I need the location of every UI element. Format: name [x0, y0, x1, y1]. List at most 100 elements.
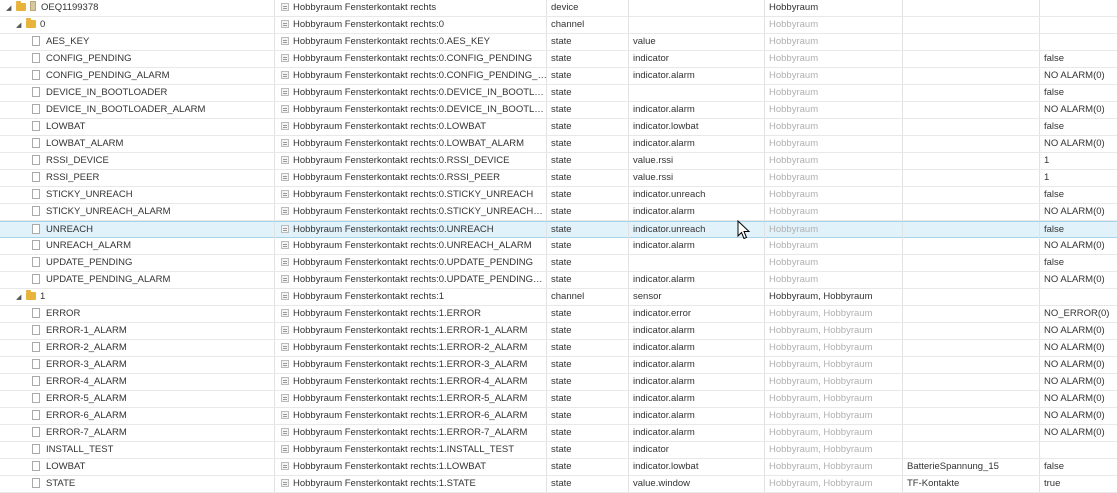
tree-cell[interactable]: ERROR-7_ALARM	[0, 425, 274, 441]
tree-cell[interactable]: ◢ 1	[0, 289, 274, 305]
value-cell[interactable]: NO ALARM(0)	[1039, 204, 1117, 220]
tree-row-state[interactable]: CONFIG_PENDING Hobbyraum Fensterkontakt r…	[0, 51, 1117, 68]
expand-arrow-icon[interactable]: ◢	[16, 18, 26, 33]
tree-cell[interactable]: LOWBAT_ALARM	[0, 136, 274, 152]
tree-cell[interactable]: ERROR-6_ALARM	[0, 408, 274, 424]
tree-row-state[interactable]: ERROR-3_ALARM Hobbyraum Fensterkontakt re…	[0, 357, 1117, 374]
value-cell[interactable]: NO ALARM(0)	[1039, 408, 1117, 424]
value-cell[interactable]	[1039, 442, 1117, 458]
tree-cell[interactable]: LOWBAT	[0, 459, 274, 475]
object-id-label: CONFIG_PENDING	[46, 53, 132, 64]
tree-cell[interactable]: DEVICE_IN_BOOTLOADER	[0, 85, 274, 101]
tree-cell[interactable]: CONFIG_PENDING	[0, 51, 274, 67]
tree-cell[interactable]: UPDATE_PENDING	[0, 255, 274, 271]
value-cell[interactable]: 1	[1039, 170, 1117, 186]
value-cell[interactable]	[1039, 17, 1117, 33]
object-name: Hobbyraum Fensterkontakt rechts:0.AES_KE…	[293, 36, 490, 47]
value-cell[interactable]: false	[1039, 119, 1117, 135]
value-cell[interactable]: false	[1039, 85, 1117, 101]
value-cell[interactable]	[1039, 0, 1117, 16]
value-cell[interactable]: NO ALARM(0)	[1039, 374, 1117, 390]
tree-cell[interactable]: DEVICE_IN_BOOTLOADER_ALARM	[0, 102, 274, 118]
tree-row-state[interactable]: STICKY_UNREACH_ALARM Hobbyraum Fensterkon…	[0, 204, 1117, 221]
tree-row-state[interactable]: INSTALL_TEST Hobbyraum Fensterkontakt rec…	[0, 442, 1117, 459]
tree-cell[interactable]: ERROR	[0, 306, 274, 322]
tree-row-state[interactable]: AES_KEY Hobbyraum Fensterkontakt rechts:0…	[0, 34, 1117, 51]
tree-row-channel[interactable]: ◢ 0 Hobbyraum Fensterkontakt rechts:0 chann…	[0, 17, 1117, 34]
tree-cell[interactable]: INSTALL_TEST	[0, 442, 274, 458]
value-cell[interactable]: NO ALARM(0)	[1039, 323, 1117, 339]
tree-cell[interactable]: ERROR-3_ALARM	[0, 357, 274, 373]
tree-cell[interactable]: UNREACH_ALARM	[0, 238, 274, 254]
value-cell[interactable]: false	[1039, 51, 1117, 67]
tree-row-state[interactable]: CONFIG_PENDING_ALARM Hobbyraum Fensterkon…	[0, 68, 1117, 85]
value-cell[interactable]	[1039, 34, 1117, 50]
tree-cell[interactable]: ERROR-2_ALARM	[0, 340, 274, 356]
tree-cell[interactable]: RSSI_DEVICE	[0, 153, 274, 169]
tree-cell[interactable]: LOWBAT	[0, 119, 274, 135]
tree-row-state[interactable]: DEVICE_IN_BOOTLOADER_ALARM Hobbyraum Fens…	[0, 102, 1117, 119]
value-cell[interactable]: NO ALARM(0)	[1039, 102, 1117, 118]
tree-row-state[interactable]: LOWBAT_ALARM Hobbyraum Fensterkontakt rec…	[0, 136, 1117, 153]
value-cell[interactable]: NO ALARM(0)	[1039, 272, 1117, 288]
object-id-label: RSSI_PEER	[46, 172, 100, 183]
value-cell[interactable]: false	[1039, 187, 1117, 203]
tree-cell[interactable]: STICKY_UNREACH_ALARM	[0, 204, 274, 220]
state-file-icon	[32, 189, 40, 199]
value-cell[interactable]: false	[1039, 459, 1117, 475]
tree-row-state[interactable]: ERROR-2_ALARM Hobbyraum Fensterkontakt re…	[0, 340, 1117, 357]
value-cell[interactable]: 1	[1039, 153, 1117, 169]
value-cell[interactable]: NO_ERROR(0)	[1039, 306, 1117, 322]
tree-row-device[interactable]: ◢ OEQ1199378 Hobbyraum Fensterkontakt rech…	[0, 0, 1117, 17]
value-cell[interactable]: NO ALARM(0)	[1039, 391, 1117, 407]
state-file-icon	[32, 138, 40, 148]
expand-arrow-icon[interactable]: ◢	[16, 290, 26, 305]
tree-row-state[interactable]: RSSI_DEVICE Hobbyraum Fensterkontakt rech…	[0, 153, 1117, 170]
tree-row-state[interactable]: UPDATE_PENDING_ALARM Hobbyraum Fensterkon…	[0, 272, 1117, 289]
tree-row-state[interactable]: ERROR-5_ALARM Hobbyraum Fensterkontakt re…	[0, 391, 1117, 408]
type-cell: state	[546, 136, 628, 152]
tree-cell[interactable]: CONFIG_PENDING_ALARM	[0, 68, 274, 84]
tree-cell[interactable]: ◢ OEQ1199378	[0, 0, 274, 16]
tree-row-state[interactable]: UPDATE_PENDING Hobbyraum Fensterkontakt r…	[0, 255, 1117, 272]
tree-row-state[interactable]: ERROR-1_ALARM Hobbyraum Fensterkontakt re…	[0, 323, 1117, 340]
value-cell[interactable]: NO ALARM(0)	[1039, 340, 1117, 356]
tree-row-state[interactable]: UNREACH Hobbyraum Fensterkontakt rechts:0…	[0, 221, 1117, 238]
tree-row-state[interactable]: ERROR-4_ALARM Hobbyraum Fensterkontakt re…	[0, 374, 1117, 391]
tree-row-state[interactable]: LOWBAT Hobbyraum Fensterkontakt rechts:1.…	[0, 459, 1117, 476]
tree-cell[interactable]: UNREACH	[0, 222, 274, 238]
room-cell: Hobbyraum	[764, 272, 902, 288]
value-cell[interactable]: NO ALARM(0)	[1039, 68, 1117, 84]
tree-cell[interactable]: RSSI_PEER	[0, 170, 274, 186]
tree-cell[interactable]: ERROR-5_ALARM	[0, 391, 274, 407]
tree-row-state[interactable]: ERROR Hobbyraum Fensterkontakt rechts:1.E…	[0, 306, 1117, 323]
room-cell: Hobbyraum, Hobbyraum	[764, 357, 902, 373]
value-cell[interactable]: NO ALARM(0)	[1039, 425, 1117, 441]
value-cell[interactable]: NO ALARM(0)	[1039, 136, 1117, 152]
value-cell[interactable]	[1039, 289, 1117, 305]
tree-row-state[interactable]: DEVICE_IN_BOOTLOADER Hobbyraum Fensterkon…	[0, 85, 1117, 102]
value-cell[interactable]: NO ALARM(0)	[1039, 238, 1117, 254]
tree-row-state[interactable]: ERROR-7_ALARM Hobbyraum Fensterkontakt re…	[0, 425, 1117, 442]
tree-cell[interactable]: ERROR-1_ALARM	[0, 323, 274, 339]
value-cell[interactable]: false	[1039, 222, 1117, 238]
object-list-icon	[281, 190, 289, 198]
tree-row-state[interactable]: ERROR-6_ALARM Hobbyraum Fensterkontakt re…	[0, 408, 1117, 425]
value-cell[interactable]: false	[1039, 255, 1117, 271]
tree-cell[interactable]: AES_KEY	[0, 34, 274, 50]
tree-cell[interactable]: ◢ 0	[0, 17, 274, 33]
value-cell[interactable]: NO ALARM(0)	[1039, 357, 1117, 373]
expand-arrow-icon[interactable]: ◢	[6, 1, 16, 16]
function-cell	[902, 222, 1039, 238]
tree-row-state[interactable]: STATE Hobbyraum Fensterkontakt rechts:1.S…	[0, 476, 1117, 493]
tree-row-state[interactable]: RSSI_PEER Hobbyraum Fensterkontakt rechts…	[0, 170, 1117, 187]
tree-cell[interactable]: ERROR-4_ALARM	[0, 374, 274, 390]
tree-row-state[interactable]: STICKY_UNREACH Hobbyraum Fensterkontakt r…	[0, 187, 1117, 204]
tree-row-channel[interactable]: ◢ 1 Hobbyraum Fensterkontakt rechts:1 chann…	[0, 289, 1117, 306]
tree-row-state[interactable]: LOWBAT Hobbyraum Fensterkontakt rechts:0.…	[0, 119, 1117, 136]
name-cell: Hobbyraum Fensterkontakt rechts:1.ERROR-…	[274, 391, 547, 407]
object-name: Hobbyraum Fensterkontakt rechts:0.DEVICE…	[293, 87, 547, 98]
tree-cell[interactable]: UPDATE_PENDING_ALARM	[0, 272, 274, 288]
tree-row-state[interactable]: UNREACH_ALARM Hobbyraum Fensterkontakt re…	[0, 238, 1117, 255]
tree-cell[interactable]: STICKY_UNREACH	[0, 187, 274, 203]
